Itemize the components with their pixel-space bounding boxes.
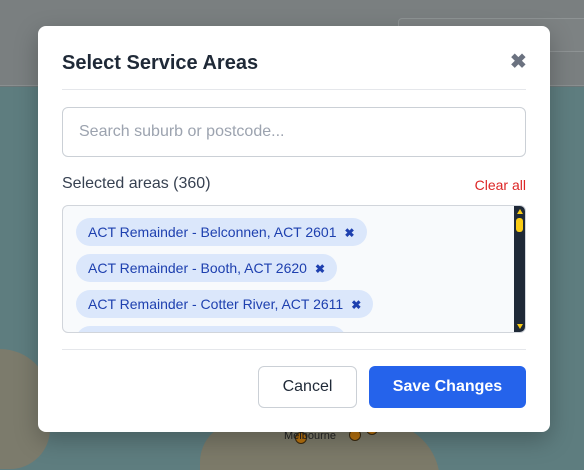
search-input[interactable] bbox=[62, 107, 526, 157]
selected-areas-count: Selected areas (360) bbox=[62, 175, 211, 192]
selected-areas-row: Selected areas (360) Clear all bbox=[62, 175, 526, 195]
scroll-up-icon[interactable] bbox=[517, 209, 523, 214]
remove-chip-icon[interactable]: ✖ bbox=[315, 255, 325, 283]
area-chip: ACT Remainder - Belconnen, ACT 2601 ✖ bbox=[76, 218, 367, 246]
area-chip-label: ACT Remainder - Cotter River, ACT 2611 bbox=[88, 296, 344, 312]
scroll-down-icon[interactable] bbox=[517, 324, 523, 329]
area-chip-label: ACT Remainder - Belconnen, ACT 2601 bbox=[88, 224, 337, 240]
area-chip-label: ACT Remainder - Booth, ACT 2620 bbox=[88, 260, 307, 276]
list-scrollbar[interactable] bbox=[514, 206, 525, 332]
selected-areas-list[interactable]: ACT Remainder - Belconnen, ACT 2601 ✖ ACT… bbox=[62, 205, 526, 333]
area-chip: ACT Remainder - Cotter River, ACT 2611 ✖ bbox=[76, 290, 374, 319]
cancel-button[interactable]: Cancel bbox=[258, 366, 357, 408]
area-chip-partial bbox=[76, 326, 346, 332]
modal-header: Select Service Areas ✖ bbox=[62, 26, 527, 90]
save-changes-button[interactable]: Save Changes bbox=[369, 366, 526, 408]
scrollbar-thumb[interactable] bbox=[516, 218, 523, 232]
modal-title: Select Service Areas bbox=[62, 52, 259, 74]
area-chip: ACT Remainder - Booth, ACT 2620 ✖ bbox=[76, 254, 337, 282]
footer-divider bbox=[62, 349, 526, 350]
close-icon[interactable]: ✖ bbox=[510, 52, 527, 72]
remove-chip-icon[interactable]: ✖ bbox=[351, 291, 361, 319]
select-service-areas-modal: Select Service Areas ✖ Selected areas (3… bbox=[38, 26, 550, 432]
clear-all-link[interactable]: Clear all bbox=[475, 177, 526, 193]
remove-chip-icon[interactable]: ✖ bbox=[345, 219, 355, 247]
